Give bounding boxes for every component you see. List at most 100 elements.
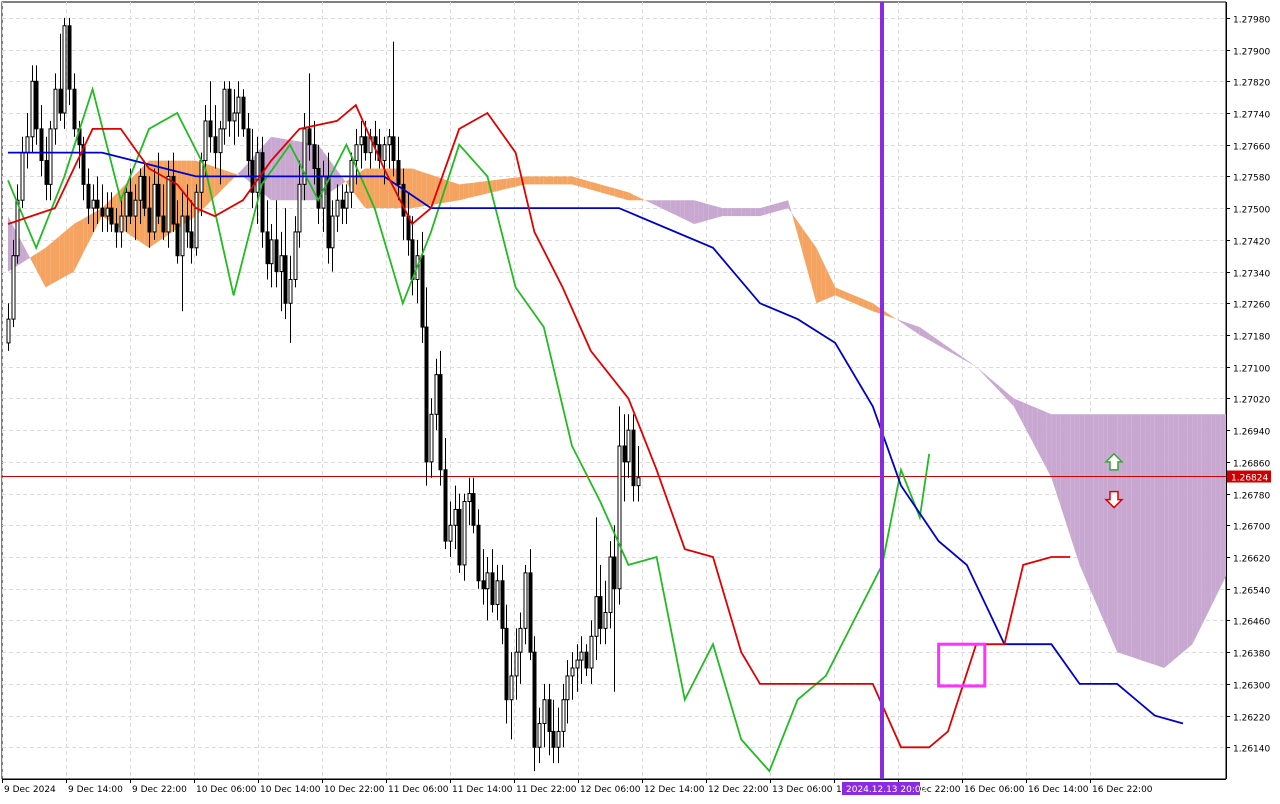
cloud-segment-bull	[59, 231, 65, 280]
candle[interactable]	[260, 136, 265, 248]
candle-body-down	[189, 231, 194, 249]
candle-body-up	[124, 191, 129, 217]
cloud-segment-bear	[1103, 414, 1108, 631]
time-tick-label: 16 Dec 14:00	[1028, 785, 1089, 795]
cloud-segment-bull	[506, 178, 511, 189]
candle-body-down	[551, 730, 556, 748]
price-tick-label: 1.27020	[1233, 396, 1270, 406]
cloud-segment-bull	[572, 176, 577, 186]
cloud-segment-bear	[1220, 414, 1226, 588]
price-tick-label: 1.26220	[1233, 714, 1270, 724]
candle-body-up	[542, 699, 547, 725]
time-tick-label: 11 Dec 14:00	[452, 785, 513, 795]
cloud-segment-bull	[388, 168, 394, 209]
cloud-segment-bull	[478, 181, 483, 196]
price-tick-label: 1.26620	[1233, 555, 1270, 565]
cloud-segment-bull	[412, 168, 417, 209]
cloud-segment-bear	[1065, 414, 1071, 536]
candle-body-up	[53, 88, 58, 130]
cloud-segment-bull	[496, 179, 502, 192]
cloud-segment-bear	[266, 136, 272, 201]
time-tick-label: 9 Dec 2024	[4, 785, 56, 795]
candle-body-down	[424, 326, 429, 463]
cloud-segment-bear	[1079, 414, 1085, 576]
price-tick-label: 1.26540	[1233, 587, 1270, 597]
candle-body-down	[128, 191, 133, 217]
candle-body-down	[391, 136, 396, 162]
time-tick-label: 12 Dec 22:00	[708, 785, 769, 795]
candle[interactable]	[62, 17, 67, 129]
candle-body-down	[490, 572, 495, 606]
cloud-segment-bull	[534, 176, 540, 185]
candle-body-up	[255, 152, 260, 193]
chart-area[interactable]: 1.27980 1.27900 1.27820 1.27740 1.27660 1.275…	[0, 0, 1280, 800]
candle-body-down	[86, 183, 91, 209]
candle-body-down	[316, 168, 321, 209]
candle-body-up	[133, 199, 138, 217]
cloud-segment-bear	[1121, 414, 1127, 656]
time-tick-label: 9 Dec 22:00	[132, 785, 187, 795]
cloud-segment-bull	[360, 168, 366, 209]
cloud-segment-bear	[1136, 414, 1141, 661]
cloud-segment-bear	[783, 200, 789, 210]
candle-body-down	[156, 183, 161, 217]
cloud-segment-bear	[694, 200, 699, 224]
price-tick-label: 1.26140	[1233, 745, 1270, 755]
cloud-segment-bull	[623, 191, 629, 201]
candle-body-up	[495, 580, 500, 606]
cloud-segment-bear	[760, 206, 765, 217]
cloud-segment-bull	[557, 176, 563, 185]
cloud-segment-bull	[600, 184, 605, 194]
cloud-segment-bull	[562, 176, 568, 185]
candle-body-down	[114, 223, 119, 233]
cloud-segment-bear	[778, 201, 784, 211]
candle-body-down	[260, 152, 265, 233]
cloud-segment-bull	[482, 181, 488, 195]
cloud-segment-bear	[1197, 414, 1202, 635]
cloud-segment-bear	[1089, 414, 1094, 598]
price-tick-label: 1.27660	[1233, 143, 1270, 153]
candle-body-down	[283, 255, 288, 304]
candle-body-up	[448, 524, 453, 542]
candle-body-up	[556, 730, 561, 748]
candle-body-down	[373, 136, 378, 146]
cloud-segment-bull	[576, 177, 582, 187]
cloud-segment-bull	[548, 176, 554, 185]
candle-body-down	[95, 199, 100, 209]
candle[interactable]	[194, 184, 199, 256]
time-tick-label: 10 Dec 22:00	[324, 785, 385, 795]
price-tick-label: 1.26380	[1233, 650, 1270, 660]
cloud-segment-bear	[1183, 414, 1188, 653]
cloud-segment-bull	[525, 176, 530, 185]
cloud-segment-bear	[1164, 414, 1169, 668]
cloud-segment-bear	[1145, 414, 1151, 664]
time-tick-label: 16 Dec 22:00	[1092, 785, 1153, 795]
candle-body-down	[340, 199, 345, 209]
candle-body-down	[208, 120, 213, 138]
cloud-segment-bear	[736, 208, 742, 217]
cloud-segment-bull	[619, 189, 624, 199]
cloud-segment-bear	[1131, 414, 1136, 659]
price-tick-label: 1.26300	[1233, 682, 1270, 692]
candle-body-up	[467, 493, 472, 503]
candle-body-up	[194, 191, 199, 249]
time-tick-label: 11 Dec 22:00	[516, 785, 577, 795]
cloud-segment-bull	[501, 178, 507, 190]
candle-body-up	[434, 374, 439, 415]
candle-body-down	[443, 469, 448, 542]
candle-body-down	[528, 572, 533, 653]
cloud-segment-bull	[69, 224, 74, 275]
cloud-segment-bear	[1126, 414, 1132, 657]
time-tick-label: 12 Dec 14:00	[644, 785, 705, 795]
cloud-segment-bear	[1211, 414, 1216, 607]
cloud-segment-bull	[567, 176, 572, 185]
candle-body-up	[429, 413, 434, 463]
cloud-segment-bear	[1098, 414, 1104, 620]
candle-body-up	[236, 96, 241, 114]
candle-body-up	[218, 128, 223, 154]
cloud-segment-bear	[1042, 410, 1047, 469]
cloud-segment-bear	[755, 208, 760, 217]
cloud-segment-bull	[539, 176, 544, 185]
price-chart[interactable]: 1.27980 1.27900 1.27820 1.27740 1.27660 1.275…	[0, 0, 1280, 800]
cloud-segment-bull	[45, 243, 51, 288]
